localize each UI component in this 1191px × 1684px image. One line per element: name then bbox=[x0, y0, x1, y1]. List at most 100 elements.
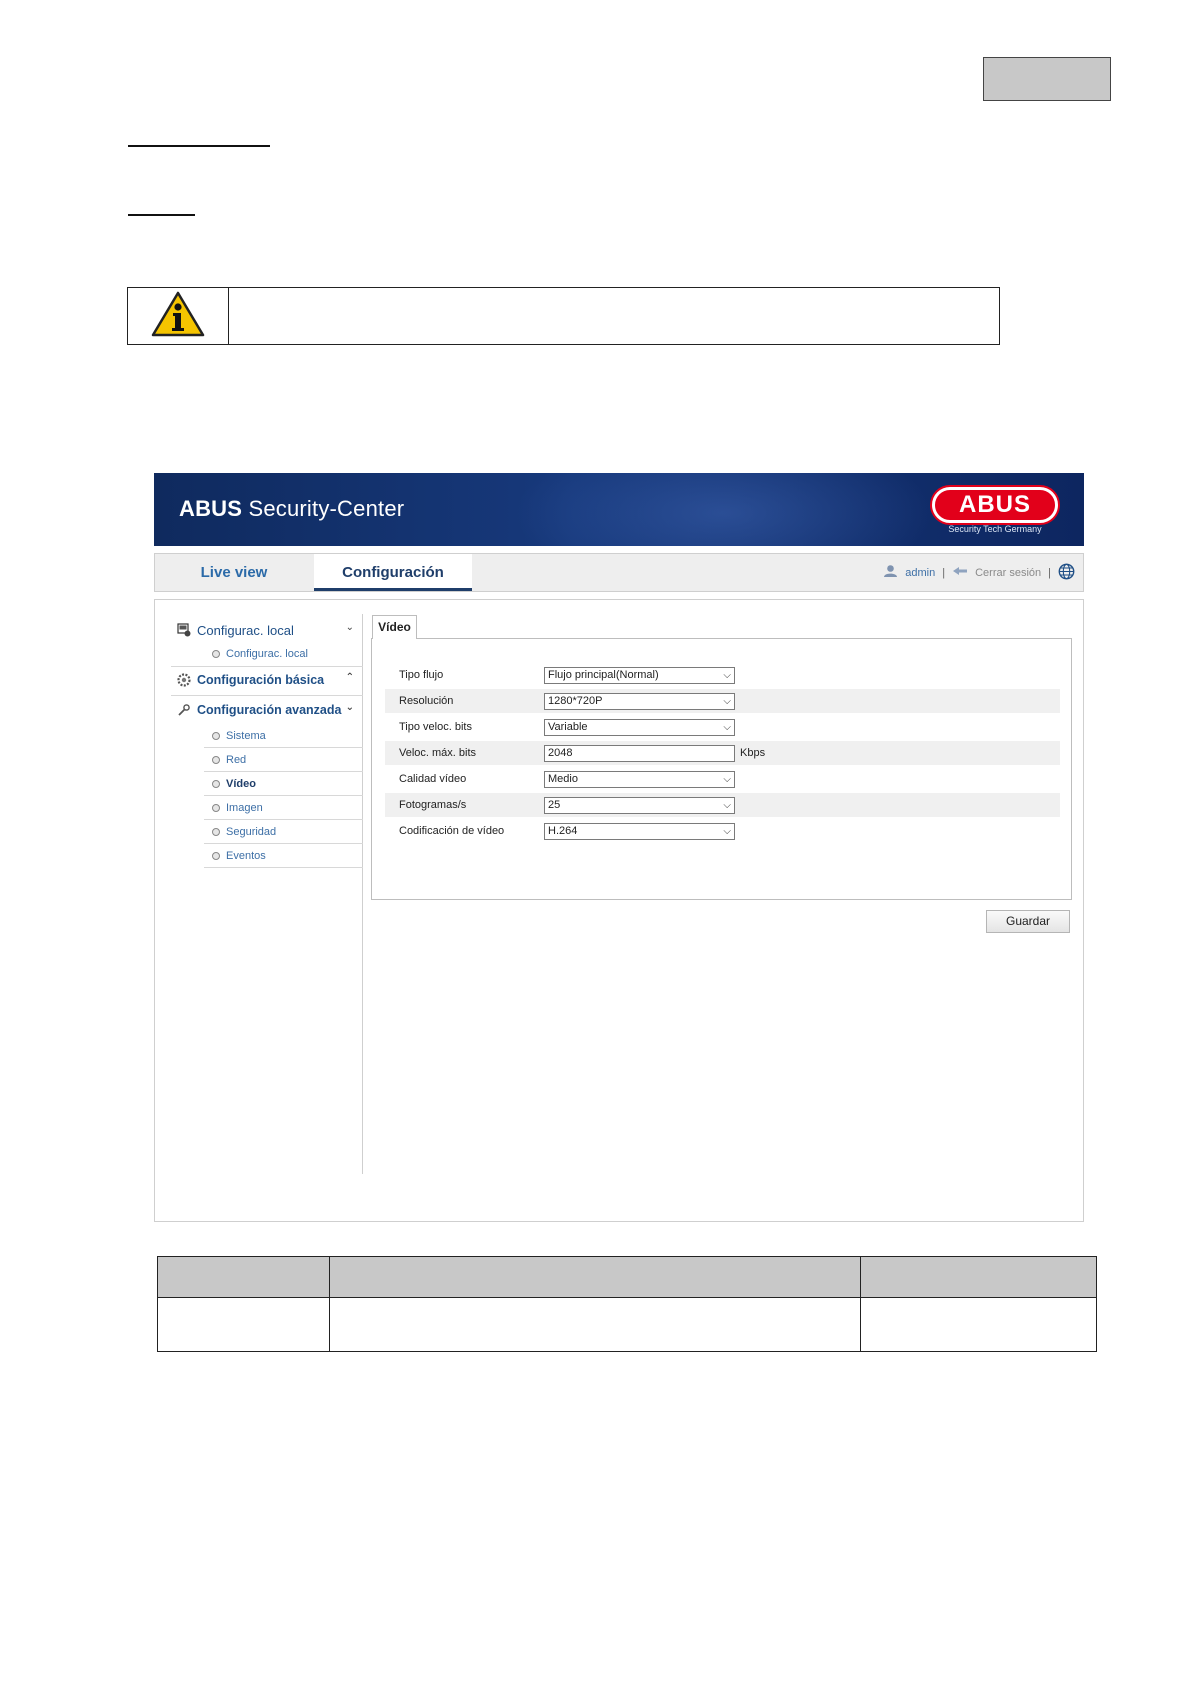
abus-logo: ABUS bbox=[932, 487, 1058, 523]
heading-underline bbox=[128, 145, 270, 147]
globe-icon[interactable] bbox=[1058, 563, 1075, 583]
form-row-max-bitrate: Veloc. máx. bits 2048 Kbps bbox=[385, 741, 1060, 765]
gear-icon bbox=[176, 672, 192, 688]
unit-label: Kbps bbox=[740, 747, 766, 759]
bullet-icon bbox=[212, 851, 220, 860]
abus-logo-subtitle: Security Tech Germany bbox=[948, 524, 1042, 534]
table-header-row bbox=[157, 1256, 1097, 1298]
local-config-icon bbox=[176, 622, 192, 638]
table-header-cell bbox=[329, 1256, 861, 1298]
parameter-table bbox=[157, 1256, 1097, 1352]
sidebar-group-local[interactable]: Configurac. local ⌄ bbox=[176, 618, 358, 642]
sidebar-group-label: Configuración básica bbox=[197, 673, 325, 687]
table-cell bbox=[329, 1297, 861, 1352]
field-label: Tipo veloc. bits bbox=[399, 721, 472, 733]
user-icon bbox=[883, 564, 898, 581]
app-title: ABUS Security-Center bbox=[179, 496, 404, 522]
top-navigation: Live view Configuración admin | Cerrar s… bbox=[154, 553, 1084, 592]
tab-configuration[interactable]: Configuración bbox=[314, 554, 472, 591]
note-icon-cell bbox=[128, 288, 229, 344]
chevron-down-icon: ⌵ bbox=[723, 774, 731, 785]
select-value: Medio bbox=[548, 773, 578, 785]
field-label: Calidad vídeo bbox=[399, 773, 467, 785]
max-bitrate-input[interactable]: 2048 bbox=[544, 745, 735, 762]
sidebar-item-network[interactable]: Red bbox=[204, 748, 363, 772]
video-settings-panel: Tipo flujo Flujo principal(Normal) ⌵ Res… bbox=[371, 638, 1072, 900]
app-banner: ABUS Security-Center ABUS Security Tech … bbox=[154, 473, 1084, 546]
app-title-bold: ABUS bbox=[179, 496, 243, 521]
sidebar-item-events[interactable]: Eventos bbox=[204, 844, 363, 868]
content-area: Configurac. local ⌄ Configurac. local Co… bbox=[154, 599, 1084, 1222]
form-row-video-quality: Calidad vídeo Medio ⌵ bbox=[385, 767, 1060, 791]
frame-rate-select[interactable]: 25 ⌵ bbox=[544, 797, 735, 814]
table-row bbox=[157, 1297, 1097, 1352]
save-button[interactable]: Guardar bbox=[986, 910, 1070, 933]
sidebar-group-basic[interactable]: Configuración básica ⌃ bbox=[176, 668, 358, 692]
sidebar-item-label: Eventos bbox=[226, 849, 266, 862]
chevron-down-icon: ⌄ bbox=[345, 622, 354, 633]
form-row-video-encoding: Codificación de vídeo H.264 ⌵ bbox=[385, 819, 1060, 843]
sidebar-item-image[interactable]: Imagen bbox=[204, 796, 363, 820]
form-row-resolution: Resolución 1280*720P ⌵ bbox=[385, 689, 1060, 713]
video-quality-select[interactable]: Medio ⌵ bbox=[544, 771, 735, 788]
sidebar-item-label: Imagen bbox=[226, 801, 263, 814]
bitrate-type-select[interactable]: Variable ⌵ bbox=[544, 719, 735, 736]
sidebar-item-video[interactable]: Vídeo bbox=[204, 772, 363, 796]
select-value: 1280*720P bbox=[548, 695, 603, 707]
banner-glow bbox=[514, 473, 934, 546]
note-box bbox=[127, 287, 1000, 345]
table-cell bbox=[860, 1297, 1097, 1352]
bullet-icon bbox=[212, 827, 220, 836]
tab-video[interactable]: Vídeo bbox=[372, 615, 417, 639]
input-value: 2048 bbox=[548, 747, 573, 759]
subheading-underline bbox=[128, 214, 195, 216]
logout-icon bbox=[952, 565, 968, 580]
bullet-icon bbox=[212, 803, 220, 812]
field-label: Resolución bbox=[399, 695, 454, 707]
separator: | bbox=[942, 566, 946, 579]
form-row-bitrate-type: Tipo veloc. bits Variable ⌵ bbox=[385, 715, 1060, 739]
chevron-down-icon: ⌵ bbox=[723, 696, 731, 707]
select-value: 25 bbox=[548, 799, 561, 811]
note-text-cell bbox=[229, 288, 999, 344]
chevron-down-icon: ⌵ bbox=[723, 670, 731, 681]
select-value: Flujo principal(Normal) bbox=[548, 669, 659, 681]
user-menu: admin | Cerrar sesión | bbox=[883, 554, 1075, 591]
logout-link[interactable]: Cerrar sesión bbox=[975, 567, 1041, 579]
sidebar-item-label: Vídeo bbox=[226, 777, 256, 790]
sidebar: Configurac. local ⌄ Configurac. local Co… bbox=[171, 614, 363, 1174]
video-encoding-select[interactable]: H.264 ⌵ bbox=[544, 823, 735, 840]
table-header-cell bbox=[860, 1256, 1097, 1298]
wrench-icon bbox=[176, 702, 192, 718]
sidebar-group-label: Configurac. local bbox=[197, 622, 294, 638]
divider bbox=[171, 695, 363, 696]
divider bbox=[171, 666, 363, 667]
sidebar-item-label: Configurac. local bbox=[226, 648, 308, 660]
sidebar-item-system[interactable]: Sistema bbox=[204, 724, 363, 748]
bullet-icon bbox=[212, 731, 220, 740]
chevron-down-icon: ⌵ bbox=[723, 722, 731, 733]
field-label: Fotogramas/s bbox=[399, 799, 467, 811]
sidebar-item-local-config[interactable]: Configurac. local bbox=[204, 642, 363, 666]
sidebar-item-label: Sistema bbox=[226, 729, 266, 742]
field-label: Codificación de vídeo bbox=[399, 825, 505, 837]
chevron-down-icon: ⌵ bbox=[723, 826, 731, 837]
table-header-cell bbox=[157, 1256, 330, 1298]
app-title-rest: Security-Center bbox=[242, 496, 405, 521]
field-label: Veloc. máx. bits bbox=[399, 747, 477, 759]
sidebar-group-advanced[interactable]: Configuración avanzada ⌄ bbox=[176, 698, 358, 722]
sidebar-item-security[interactable]: Seguridad bbox=[204, 820, 363, 844]
select-value: H.264 bbox=[548, 825, 578, 837]
info-warning-icon bbox=[150, 290, 206, 343]
form-row-stream-type: Tipo flujo Flujo principal(Normal) ⌵ bbox=[385, 663, 1060, 687]
sidebar-item-label: Red bbox=[226, 753, 247, 766]
ui-screenshot: ABUS Security-Center ABUS Security Tech … bbox=[154, 473, 1084, 1222]
resolution-select[interactable]: 1280*720P ⌵ bbox=[544, 693, 735, 710]
stream-type-select[interactable]: Flujo principal(Normal) ⌵ bbox=[544, 667, 735, 684]
sidebar-item-label: Seguridad bbox=[226, 825, 277, 838]
table-cell bbox=[157, 1297, 330, 1352]
chevron-down-icon: ⌄ bbox=[345, 702, 354, 713]
select-value: Variable bbox=[548, 721, 588, 733]
user-link[interactable]: admin bbox=[905, 567, 935, 579]
tab-live-view[interactable]: Live view bbox=[155, 554, 313, 591]
